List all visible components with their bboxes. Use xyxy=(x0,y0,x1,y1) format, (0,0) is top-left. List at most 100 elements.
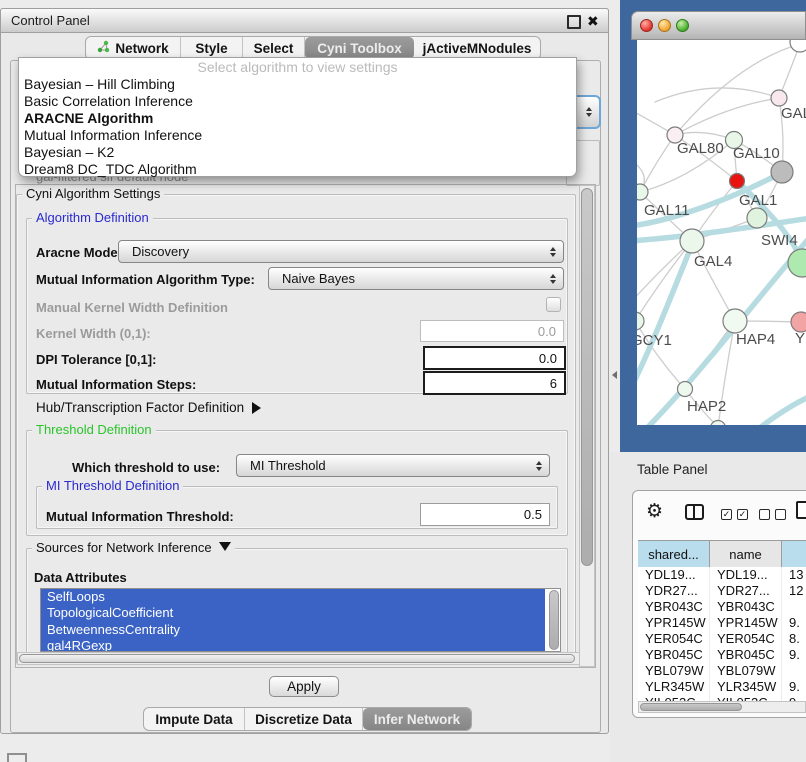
table-cell: YLR345W xyxy=(710,679,782,695)
mi-type-combo[interactable]: Naive Bayes xyxy=(268,267,564,290)
expander-right-arrow-icon xyxy=(252,402,261,414)
tab-network[interactable]: Network xyxy=(86,37,181,59)
network-node[interactable] xyxy=(747,208,767,228)
algorithm-option[interactable]: Dream8 DC_TDC Algorithm xyxy=(19,161,576,178)
apply-button-label: Apply xyxy=(287,679,321,694)
network-edge-thick[interactable] xyxy=(757,396,806,425)
algorithm-option[interactable]: Bayesian – K2 xyxy=(19,144,576,161)
data-attribute-item[interactable]: TopologicalCoefficient xyxy=(41,605,545,621)
table-cell: YBR043C xyxy=(638,599,710,615)
network-tab-icon xyxy=(97,40,110,56)
data-attribute-item[interactable]: SelfLoops xyxy=(41,589,545,605)
network-canvas[interactable]: GALGAL80GAL10GAL11GAL1SWI4GAL4GCY1HAP4YH… xyxy=(637,40,806,425)
network-node[interactable] xyxy=(788,249,806,277)
which-threshold-combo[interactable]: MI Threshold xyxy=(236,454,550,477)
tab-select[interactable]: Select xyxy=(243,37,305,59)
network-node[interactable] xyxy=(723,309,747,333)
network-node[interactable] xyxy=(678,382,693,397)
mi-threshold-input[interactable]: 0.5 xyxy=(420,503,550,526)
close-traffic-light-icon[interactable] xyxy=(640,19,653,32)
table-row[interactable]: YDL19...YDL19...13 xyxy=(638,567,806,583)
algorithm-dropdown-popup: Select algorithm to view settings Bayesi… xyxy=(18,57,577,177)
checked-checkbox-icon[interactable]: ✓ xyxy=(737,509,748,520)
settings-vscrollbar-thumb[interactable] xyxy=(581,188,593,566)
network-edge[interactable] xyxy=(655,88,779,102)
table-cell: YBL079W xyxy=(710,663,782,679)
network-edge[interactable] xyxy=(640,135,675,192)
manual-kernel-checkbox[interactable] xyxy=(546,297,561,312)
sources-expander[interactable]: Sources for Network Inference xyxy=(32,541,235,555)
split-divider-arrow-icon[interactable] xyxy=(612,371,617,379)
algorithm-option[interactable]: Mutual Information Inference xyxy=(19,127,576,144)
table-cell: YPR145W xyxy=(638,615,710,631)
tab-cyni-toolbox[interactable]: Cyni Toolbox xyxy=(305,37,414,59)
hub-definition-expander[interactable]: Hub/Transcription Factor Definition xyxy=(36,400,261,415)
table-cell: YER054C xyxy=(638,631,710,647)
data-attribute-item[interactable]: BetweennessCentrality xyxy=(41,622,545,638)
table-row[interactable]: YBL079WYBL079W xyxy=(638,663,806,679)
table-row[interactable]: YER054CYER054C8. xyxy=(638,631,806,647)
kernel-width-input[interactable]: 0.0 xyxy=(420,320,564,342)
dpi-tolerance-input[interactable]: 0.0 xyxy=(423,346,566,370)
checked-checkbox-icon[interactable]: ✓ xyxy=(721,509,732,520)
minimize-traffic-light-icon[interactable] xyxy=(658,19,671,32)
table-row[interactable]: YLR345WYLR345W9. xyxy=(638,679,806,695)
table-cell: YPR145W xyxy=(710,615,782,631)
split-columns-icon[interactable] xyxy=(685,504,704,520)
apply-button[interactable]: Apply xyxy=(269,676,339,697)
minimized-window-icon[interactable] xyxy=(7,753,27,762)
dpi-tolerance-value: 0.0 xyxy=(539,351,557,366)
network-edge[interactable] xyxy=(675,98,779,135)
unchecked-checkbox-icon[interactable] xyxy=(759,509,770,520)
network-node[interactable] xyxy=(730,174,745,189)
tab-jactivemnodules[interactable]: jActiveMNodules xyxy=(414,37,540,59)
network-node[interactable] xyxy=(790,40,806,52)
network-node[interactable] xyxy=(637,312,644,330)
mi-steps-value: 6 xyxy=(550,376,557,391)
data-attributes-list: SelfLoopsTopologicalCoefficientBetweenne… xyxy=(40,588,561,652)
mi-steps-input[interactable]: 6 xyxy=(423,371,566,395)
unchecked-checkbox-icon[interactable] xyxy=(775,509,786,520)
network-node-label: GAL1 xyxy=(739,192,777,209)
table-hscrollbar-thumb[interactable] xyxy=(640,703,742,711)
table-column-header[interactable]: name xyxy=(710,541,782,567)
table-column-header[interactable]: shared... xyxy=(638,541,710,567)
table-cell xyxy=(782,663,806,679)
tab-impute-data[interactable]: Impute Data xyxy=(144,708,245,730)
attr-list-scrollbar-thumb[interactable] xyxy=(549,590,559,650)
network-node-label: HAP2 xyxy=(687,398,726,415)
network-node[interactable] xyxy=(637,184,648,200)
tab-style[interactable]: Style xyxy=(181,37,243,59)
table-row[interactable]: YDR27...YDR27...12 xyxy=(638,583,806,599)
algorithm-option[interactable]: ARACNE Algorithm xyxy=(19,110,576,127)
zoom-traffic-light-icon[interactable] xyxy=(676,19,689,32)
tab-infer-network[interactable]: Infer Network xyxy=(363,708,471,730)
tab-label: Cyni Toolbox xyxy=(317,41,402,56)
table-cell xyxy=(782,599,806,615)
aracne-mode-combo[interactable]: Discovery xyxy=(118,240,564,263)
algorithm-list: Bayesian – Hill ClimbingBasic Correlatio… xyxy=(19,76,576,178)
network-node[interactable] xyxy=(771,161,793,183)
document-icon[interactable] xyxy=(796,501,806,519)
tab-label: Style xyxy=(195,41,227,56)
table-row[interactable]: YBR043CYBR043C xyxy=(638,599,806,615)
float-window-icon[interactable] xyxy=(567,15,581,29)
algorithm-prompt: Select algorithm to view settings xyxy=(19,58,576,76)
gear-icon[interactable]: ⚙ xyxy=(646,502,663,521)
close-panel-icon[interactable]: ✖ xyxy=(587,11,599,31)
table-row[interactable]: YPR145WYPR145W9. xyxy=(638,615,806,631)
table-row[interactable]: YBR045CYBR045C9. xyxy=(638,647,806,663)
network-node[interactable] xyxy=(791,312,806,332)
table-column-header[interactable] xyxy=(782,541,806,567)
data-attribute-item[interactable]: gal4RGexp xyxy=(41,638,545,652)
network-node[interactable] xyxy=(680,229,704,253)
network-node[interactable] xyxy=(771,90,787,106)
algorithm-option[interactable]: Bayesian – Hill Climbing xyxy=(19,76,576,93)
table-cell: 13 xyxy=(782,567,806,583)
tab-discretize-data[interactable]: Discretize Data xyxy=(245,708,363,730)
combo-arrows-icon xyxy=(550,274,556,284)
settings-hscrollbar-thumb[interactable] xyxy=(19,654,575,663)
algorithm-option[interactable]: Basic Correlation Inference xyxy=(19,93,576,110)
table-cell: YBL079W xyxy=(638,663,710,679)
control-panel-titlebar[interactable]: Control Panel ✖ xyxy=(0,8,609,33)
